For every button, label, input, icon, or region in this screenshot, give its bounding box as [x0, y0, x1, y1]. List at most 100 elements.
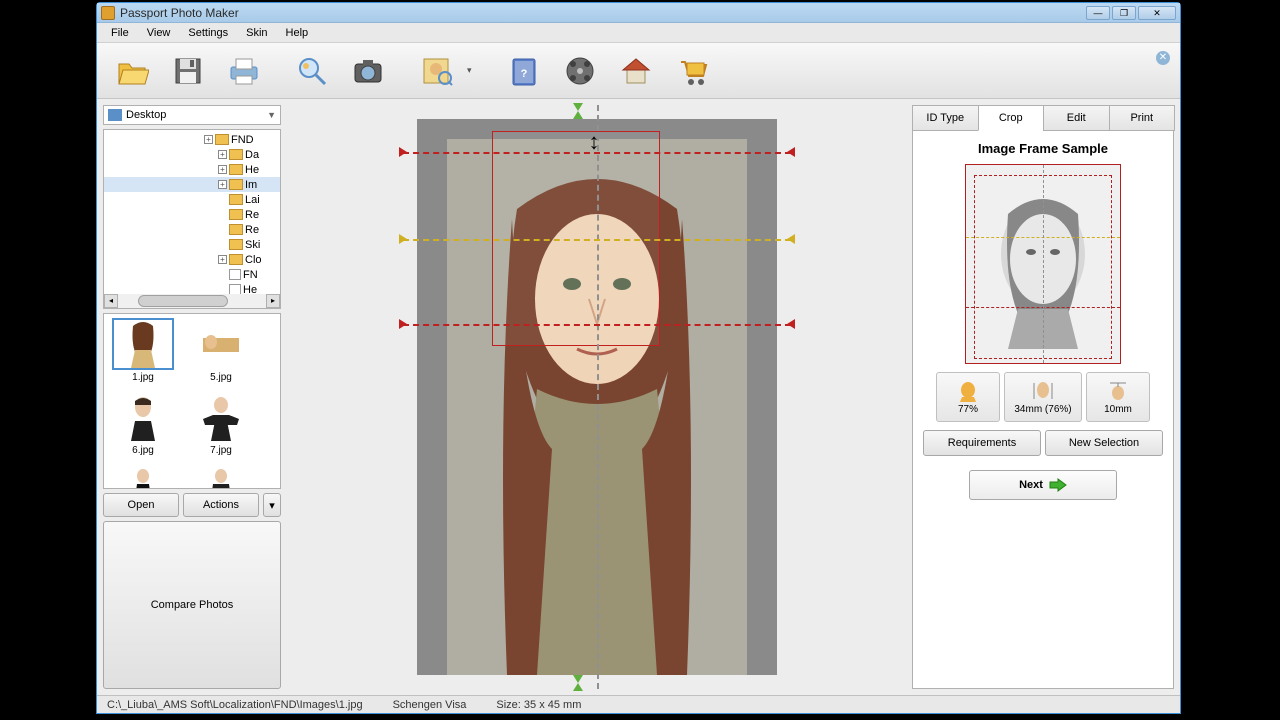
thumbnail[interactable]: 1.jpg: [108, 318, 178, 383]
thumbnail[interactable]: 8.jpg: [108, 464, 178, 489]
folder-combo[interactable]: Desktop ▼: [103, 105, 281, 125]
status-type: Schengen Visa: [393, 699, 467, 711]
thumbnail[interactable]: 7.jpg: [186, 391, 256, 456]
thumbnail[interactable]: 6.jpg: [108, 391, 178, 456]
thumbnail-label: 6.jpg: [132, 445, 154, 456]
face-height-icon: [1032, 380, 1054, 402]
save-button[interactable]: [163, 49, 213, 93]
detect-dropdown[interactable]: ▾: [467, 65, 481, 76]
tab-edit[interactable]: Edit: [1043, 105, 1110, 131]
print-button[interactable]: [219, 49, 269, 93]
zoom-button[interactable]: [287, 49, 337, 93]
menu-file[interactable]: File: [103, 25, 137, 41]
menu-skin[interactable]: Skin: [238, 25, 275, 41]
tab-id-type[interactable]: ID Type: [912, 105, 979, 131]
metric-value: 77%: [958, 404, 978, 415]
left-marker-icon: [399, 234, 407, 244]
folder-icon: [215, 134, 229, 145]
center-vertical-guide: [597, 105, 599, 689]
open-button[interactable]: Open: [103, 493, 179, 517]
open-file-button[interactable]: [107, 49, 157, 93]
titlebar: Passport Photo Maker — ❐ ✕: [97, 3, 1180, 23]
tree-item[interactable]: +He: [104, 162, 280, 177]
home-button[interactable]: [611, 49, 661, 93]
chin-guide[interactable]: [403, 324, 791, 326]
scroll-left-icon[interactable]: ◂: [104, 294, 118, 308]
metric-head-top-icon: 10mm: [1086, 372, 1150, 422]
scroll-thumb[interactable]: [138, 295, 228, 307]
top-marker-icon: [573, 103, 583, 111]
tree-item[interactable]: Ski: [104, 237, 280, 252]
right-marker-icon: [787, 319, 795, 329]
tree-label: Im: [245, 179, 257, 191]
compare-button[interactable]: Compare Photos: [103, 521, 281, 689]
tree-hscrollbar[interactable]: ◂ ▸: [104, 294, 280, 308]
folder-tree[interactable]: +FND+Da+He+ImLaiReReSki+CloFNHe ◂ ▸: [103, 129, 281, 309]
menubar: File View Settings Skin Help: [97, 23, 1180, 43]
minimize-button[interactable]: —: [1086, 6, 1110, 20]
tree-item[interactable]: Re: [104, 222, 280, 237]
app-icon: [101, 6, 115, 20]
expand-icon[interactable]: +: [204, 135, 213, 144]
tree-item[interactable]: +FND: [104, 132, 280, 147]
folder-icon: [229, 224, 243, 235]
tree-label: Lai: [245, 194, 260, 206]
tree-label: Ski: [245, 239, 260, 251]
thumbnail-label: 5.jpg: [210, 372, 232, 383]
top-marker-icon: [573, 111, 583, 119]
requirements-button[interactable]: Requirements: [923, 430, 1041, 456]
scroll-right-icon[interactable]: ▸: [266, 294, 280, 308]
eyes-guide[interactable]: [403, 239, 791, 241]
left-marker-icon: [399, 147, 407, 157]
folder-icon: [229, 179, 243, 190]
right-marker-icon: [787, 234, 795, 244]
menu-help[interactable]: Help: [278, 25, 317, 41]
camera-button[interactable]: [343, 49, 393, 93]
toolbar-close-icon[interactable]: ✕: [1156, 51, 1170, 65]
new-selection-button[interactable]: New Selection: [1045, 430, 1163, 456]
actions-button[interactable]: Actions: [183, 493, 259, 517]
desktop-icon: [108, 109, 122, 121]
thumbnail[interactable]: 5.jpg: [186, 318, 256, 383]
tree-item[interactable]: Re: [104, 207, 280, 222]
folder-icon: [229, 149, 243, 160]
expand-icon[interactable]: +: [218, 150, 227, 159]
video-button[interactable]: [555, 49, 605, 93]
thumbnail-label: 7.jpg: [210, 445, 232, 456]
cart-button[interactable]: [667, 49, 717, 93]
tree-item[interactable]: + Im: [104, 177, 280, 192]
folder-icon: [229, 194, 243, 205]
left-marker-icon: [399, 319, 407, 329]
arrow-right-icon: [1049, 478, 1067, 492]
detect-face-button[interactable]: [411, 49, 461, 93]
menu-settings[interactable]: Settings: [180, 25, 236, 41]
status-path: C:\_Liuba\_AMS Soft\Localization\FND\Ima…: [107, 699, 363, 711]
tree-item[interactable]: Lai: [104, 192, 280, 207]
actions-dropdown[interactable]: ▾: [263, 493, 281, 517]
status-size: Size: 35 x 45 mm: [496, 699, 581, 711]
expand-icon[interactable]: +: [218, 255, 227, 264]
next-button[interactable]: Next: [969, 470, 1117, 500]
menu-view[interactable]: View: [139, 25, 179, 41]
metric-face-height-icon: 34mm (76%): [1004, 372, 1082, 422]
tree-item[interactable]: +Da: [104, 147, 280, 162]
metric-value: 10mm: [1104, 404, 1132, 415]
folder-combo-label: Desktop: [126, 109, 166, 121]
tree-label: Re: [245, 224, 259, 236]
thumbnail[interactable]: 9.jpg: [186, 464, 256, 489]
canvas[interactable]: ↕: [287, 105, 906, 689]
tree-item[interactable]: FN: [104, 267, 280, 282]
help-button[interactable]: ?: [499, 49, 549, 93]
close-button[interactable]: ✕: [1138, 6, 1176, 20]
tree-item[interactable]: +Clo: [104, 252, 280, 267]
tab-crop[interactable]: Crop: [978, 105, 1045, 131]
expand-icon[interactable]: +: [218, 180, 227, 189]
head-top-icon: [1107, 380, 1129, 402]
photo-preview[interactable]: ↕: [417, 119, 777, 675]
folder-icon: [229, 209, 243, 220]
folder-icon: [229, 164, 243, 175]
expand-icon[interactable]: +: [218, 165, 227, 174]
maximize-button[interactable]: ❐: [1112, 6, 1136, 20]
head-icon: [957, 380, 979, 402]
tab-print[interactable]: Print: [1109, 105, 1176, 131]
